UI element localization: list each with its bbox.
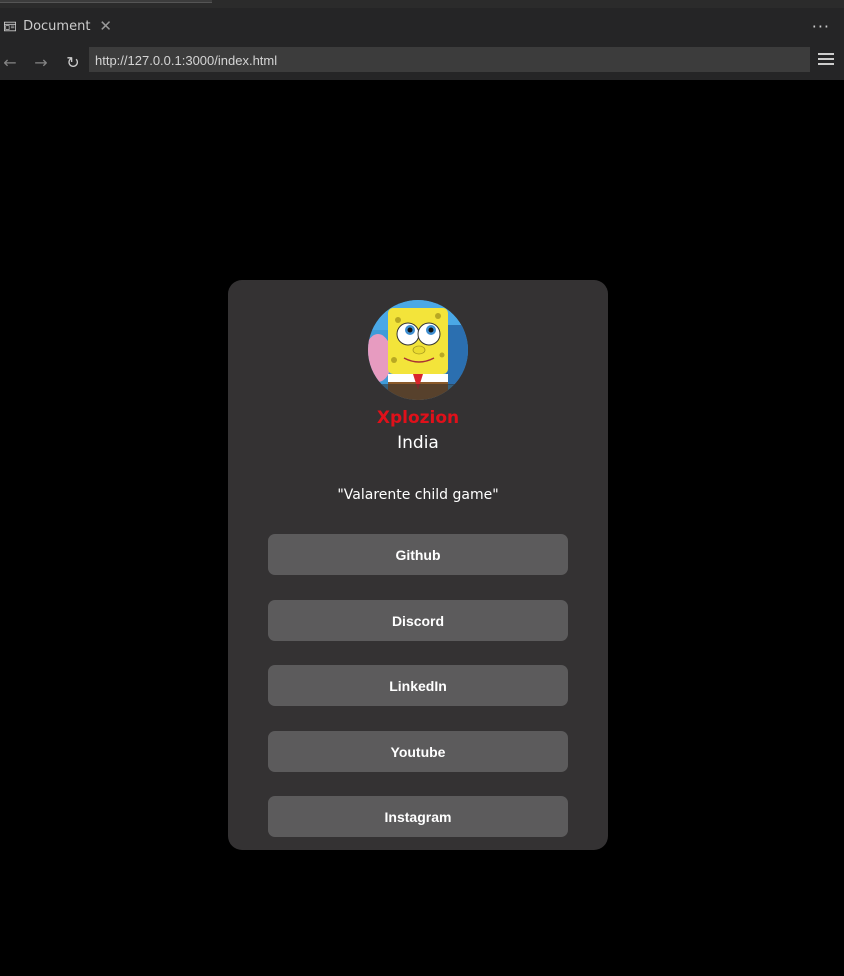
reload-icon[interactable]: ↻: [63, 44, 83, 80]
tab-bar: Document ✕ ···: [0, 8, 844, 45]
page-icon: [4, 21, 17, 31]
instagram-button[interactable]: Instagram: [268, 796, 568, 837]
navigation-bar: ← → ↻ http://127.0.0.1:3000/index.html: [0, 44, 844, 80]
forward-arrow-icon[interactable]: →: [32, 44, 50, 80]
tab-document[interactable]: Document ✕: [0, 8, 112, 44]
window-top-strip: [0, 0, 844, 8]
tab-title: Document: [23, 18, 91, 34]
profile-bio: "Valarente child game": [337, 487, 499, 503]
profile-card: Xplozion India "Valarente child game" Gi…: [228, 280, 608, 850]
address-bar[interactable]: http://127.0.0.1:3000/index.html: [89, 47, 810, 72]
avatar: [368, 300, 468, 400]
close-icon[interactable]: ✕: [99, 18, 112, 34]
youtube-button[interactable]: Youtube: [268, 731, 568, 772]
window-top-notch: [0, 0, 212, 3]
linkedin-button[interactable]: LinkedIn: [268, 665, 568, 706]
hamburger-menu-icon[interactable]: [818, 53, 834, 67]
spongebob-avatar-icon: [368, 300, 468, 400]
github-button[interactable]: Github: [268, 534, 568, 575]
discord-button[interactable]: Discord: [268, 600, 568, 641]
back-arrow-icon[interactable]: ←: [0, 44, 20, 80]
more-options-icon[interactable]: ···: [812, 17, 830, 36]
profile-name: Xplozion: [376, 408, 460, 428]
profile-location: India: [397, 433, 439, 453]
